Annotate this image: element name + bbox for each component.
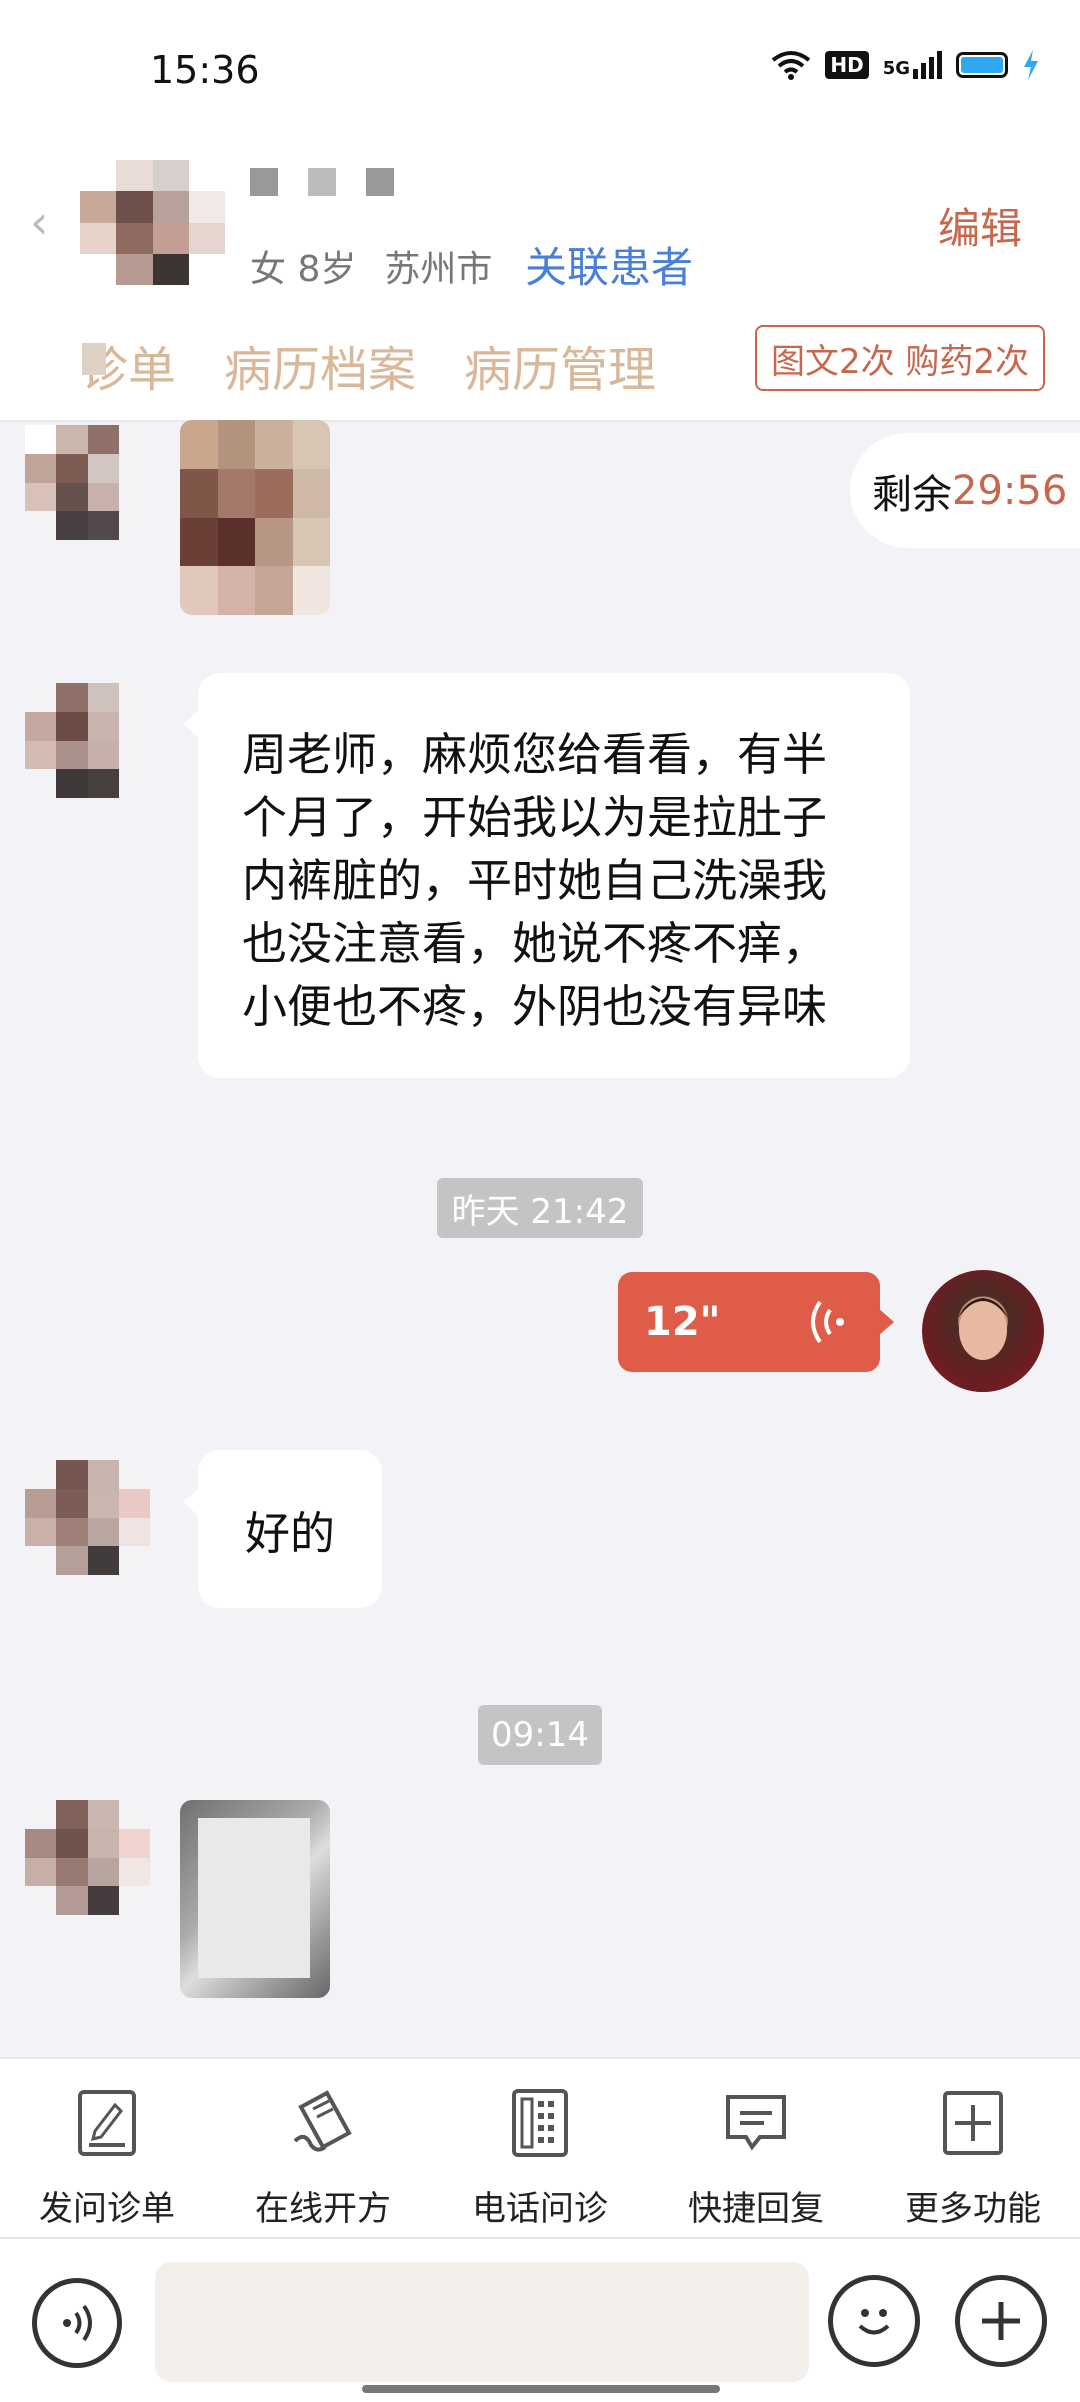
bubble-tail xyxy=(183,1488,199,1516)
message-line: 小便也不疼，外阴也没有异味 xyxy=(242,980,828,1033)
timer-value: 29:56 xyxy=(952,467,1068,514)
quick-reply-icon xyxy=(726,2095,786,2151)
patient-info: 女 8岁 苏州市 xyxy=(250,240,492,292)
link-patient-button[interactable]: 关联患者 xyxy=(525,234,693,295)
status-icons: HD 5G xyxy=(771,50,1040,80)
toolbar-label: 更多功能 xyxy=(905,2189,1041,2229)
wifi-icon xyxy=(772,51,811,80)
doctor-avatar[interactable] xyxy=(922,1270,1044,1392)
plus-button[interactable] xyxy=(955,2275,1047,2367)
send-form-button[interactable]: 发问诊单 xyxy=(17,2087,197,2230)
patient-city: 苏州市 xyxy=(384,249,493,290)
form-edit-icon xyxy=(78,2090,136,2156)
tab-medical-records[interactable]: 病历档案 xyxy=(224,330,416,400)
sender-avatar xyxy=(25,683,150,798)
phone-consult-button[interactable]: 电话问诊 xyxy=(450,2087,630,2230)
sender-avatar xyxy=(25,1800,150,1915)
timestamp: 09:14 xyxy=(478,1705,602,1765)
header-tabs: 诊单 病历档案 病历管理 xyxy=(80,330,656,400)
voice-message[interactable]: 12" xyxy=(618,1272,880,1372)
toolbar-label: 在线开方 xyxy=(255,2189,391,2229)
toolbar-label: 电话问诊 xyxy=(472,2189,608,2229)
image-message-thumbnail[interactable] xyxy=(180,420,330,615)
phone-icon xyxy=(512,2089,568,2157)
message-line: 个月了，开始我以为是拉肚子 xyxy=(242,791,828,844)
emoji-button[interactable] xyxy=(828,2275,920,2367)
emoji-icon xyxy=(858,2309,890,2335)
voice-input-button[interactable] xyxy=(32,2278,122,2368)
toolbar-label: 快捷回复 xyxy=(688,2189,824,2229)
action-toolbar: 发问诊单 在线开方 电话问诊 快捷回复 更多功能 xyxy=(0,2057,1080,2239)
tab-edge-mosaic xyxy=(82,343,106,375)
charging-icon xyxy=(1024,50,1038,80)
tab-record-management[interactable]: 病历管理 xyxy=(464,330,656,400)
sender-avatar xyxy=(25,425,150,540)
doctor-face-icon xyxy=(952,1298,1014,1392)
quota-badge: 图文2次 购药2次 xyxy=(755,325,1045,391)
bubble-tail xyxy=(878,1308,894,1336)
timer-label: 剩余 xyxy=(872,471,952,518)
edit-button[interactable]: 编辑 xyxy=(938,195,1022,256)
message-line: 周老师，麻烦您给看看，有半 xyxy=(242,728,828,781)
patient-gender-age: 女 8岁 xyxy=(250,249,357,290)
sender-avatar xyxy=(25,1460,150,1575)
text-message: 周老师，麻烦您给看看，有半 个月了，开始我以为是拉肚子 内裤脏的，平时她自己洗澡… xyxy=(198,673,910,1078)
online-prescription-button[interactable]: 在线开方 xyxy=(233,2087,413,2230)
remaining-timer: 剩余 29:56 xyxy=(850,433,1080,548)
message-input[interactable] xyxy=(155,2262,809,2382)
back-icon[interactable]: ‹ xyxy=(30,195,48,249)
network-type: 5G xyxy=(882,58,910,79)
image-message-thumbnail[interactable] xyxy=(180,1800,330,1998)
signal-icon: 5G xyxy=(883,51,942,79)
patient-avatar[interactable] xyxy=(80,160,225,285)
message-line: 内裤脏的，平时她自己洗澡我 xyxy=(242,854,828,907)
prescription-icon xyxy=(293,2090,352,2152)
plus-box-icon xyxy=(943,2091,1003,2155)
home-indicator[interactable] xyxy=(362,2385,720,2393)
plus-circle-icon xyxy=(982,2302,1020,2340)
battery-icon xyxy=(956,52,1008,78)
text-message: 好的 xyxy=(198,1450,382,1608)
hd-badge: HD xyxy=(825,51,869,79)
quick-reply-button[interactable]: 快捷回复 xyxy=(666,2087,846,2230)
more-functions-button[interactable]: 更多功能 xyxy=(883,2087,1063,2230)
voice-wave-icon xyxy=(811,1300,844,1344)
toolbar-label: 发问诊单 xyxy=(39,2189,175,2229)
status-time: 15:36 xyxy=(150,48,260,92)
timestamp: 昨天 21:42 xyxy=(437,1178,643,1238)
voice-duration: 12" xyxy=(644,1299,721,1345)
voice-input-icon xyxy=(63,2304,92,2342)
message-line: 也没注意看，她说不疼不痒， xyxy=(242,917,828,970)
bubble-tail xyxy=(183,710,199,738)
patient-name-mosaic xyxy=(250,168,394,196)
